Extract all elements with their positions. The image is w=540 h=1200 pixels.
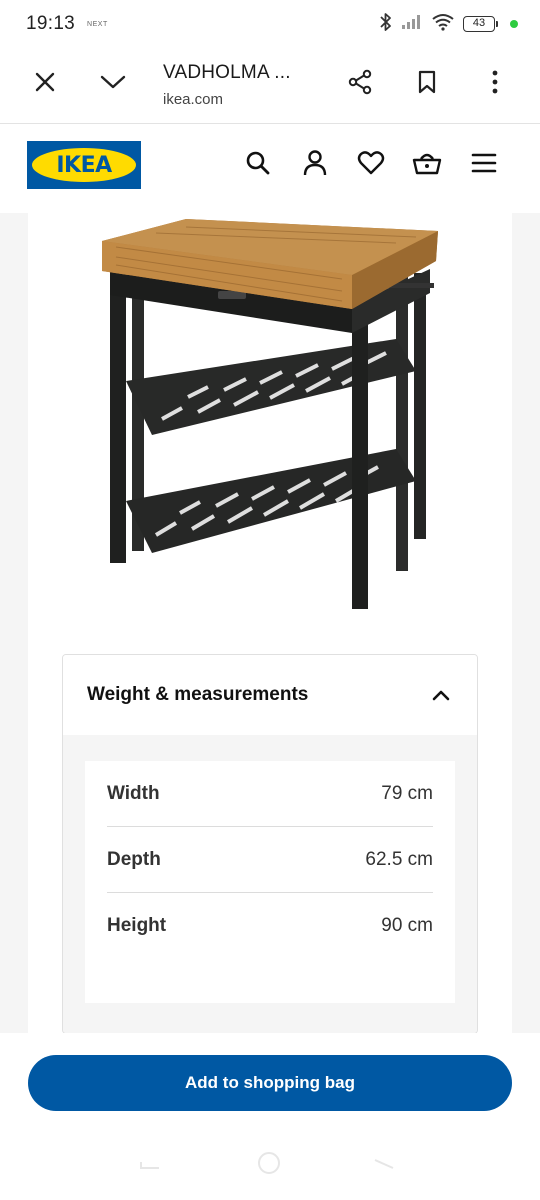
status-icons: 43 — [379, 12, 518, 37]
status-time: 19:13 — [26, 13, 76, 34]
ikea-logo[interactable]: IKEA — [27, 141, 141, 189]
more-options-button[interactable] — [475, 64, 515, 104]
more-vertical-icon — [491, 70, 499, 99]
heart-icon — [357, 150, 385, 181]
measurement-row-depth: Depth 62.5 cm — [107, 827, 433, 893]
battery-tip — [496, 21, 498, 27]
chevron-down-icon — [100, 74, 126, 95]
battery-indicator: 43 — [463, 16, 498, 32]
nav-back-button[interactable] — [372, 1150, 396, 1180]
home-icon — [257, 1151, 281, 1180]
ikea-logo-oval: IKEA — [32, 148, 136, 182]
measurement-row-height: Height 90 cm — [107, 893, 433, 959]
bluetooth-icon — [379, 12, 393, 37]
close-icon — [34, 71, 56, 98]
favourites-button[interactable] — [353, 147, 389, 183]
wifi-icon — [431, 13, 455, 36]
battery-level: 43 — [463, 16, 495, 32]
status-bar: 19:13 NEXT 43 — [0, 0, 540, 48]
measurement-value: 62.5 cm — [365, 848, 433, 870]
accordion-title: Weight & measurements — [87, 684, 309, 705]
chevron-up-icon — [429, 683, 453, 707]
measurement-label: Depth — [107, 848, 161, 870]
search-button[interactable] — [240, 147, 276, 183]
recents-icon — [139, 1156, 161, 1175]
nav-recents-button[interactable] — [138, 1150, 162, 1180]
measurement-label: Height — [107, 915, 167, 936]
signal-icon — [401, 14, 423, 35]
measurement-row-width: Width 79 cm — [107, 761, 433, 827]
account-button[interactable] — [297, 147, 333, 183]
measurement-value: 90 cm — [381, 915, 433, 936]
weight-measurements-accordion: Weight & measurements Width 79 cm Depth … — [62, 654, 478, 1034]
basket-icon — [412, 150, 442, 181]
status-next-label: NEXT — [87, 20, 108, 28]
shopping-bag-button[interactable] — [409, 147, 445, 183]
add-to-bag-button[interactable]: Add to shopping bag — [28, 1055, 512, 1111]
bookmark-icon — [417, 70, 437, 99]
account-icon — [302, 149, 328, 182]
page-title: VADHOLMA ... — [163, 62, 291, 83]
close-button[interactable] — [25, 64, 65, 104]
browser-toolbar: VADHOLMA ... ikea.com — [0, 48, 540, 124]
search-icon — [245, 150, 271, 181]
page-title-block: VADHOLMA ... ikea.com — [163, 62, 291, 108]
menu-button[interactable] — [466, 147, 502, 183]
menu-icon — [471, 152, 497, 179]
page-domain: ikea.com — [163, 91, 224, 108]
bookmark-button[interactable] — [407, 64, 447, 104]
accordion-header[interactable]: Weight & measurements — [63, 655, 477, 735]
collapse-button[interactable] — [93, 64, 133, 104]
nav-home-button[interactable] — [256, 1150, 282, 1180]
accordion-body: Width 79 cm Depth 62.5 cm Height 90 cm — [63, 735, 477, 1033]
site-header: IKEA — [0, 125, 540, 213]
measurements-table: Width 79 cm Depth 62.5 cm Height 90 cm — [85, 761, 455, 1003]
back-icon — [373, 1156, 395, 1175]
measurement-label: Width — [107, 782, 160, 804]
measurement-value: 79 cm — [381, 782, 433, 804]
ikea-logo-text: IKEA — [56, 152, 112, 178]
share-button[interactable] — [340, 64, 380, 104]
privacy-indicator-dot — [510, 20, 518, 28]
product-image — [96, 213, 444, 613]
share-icon — [347, 69, 373, 100]
